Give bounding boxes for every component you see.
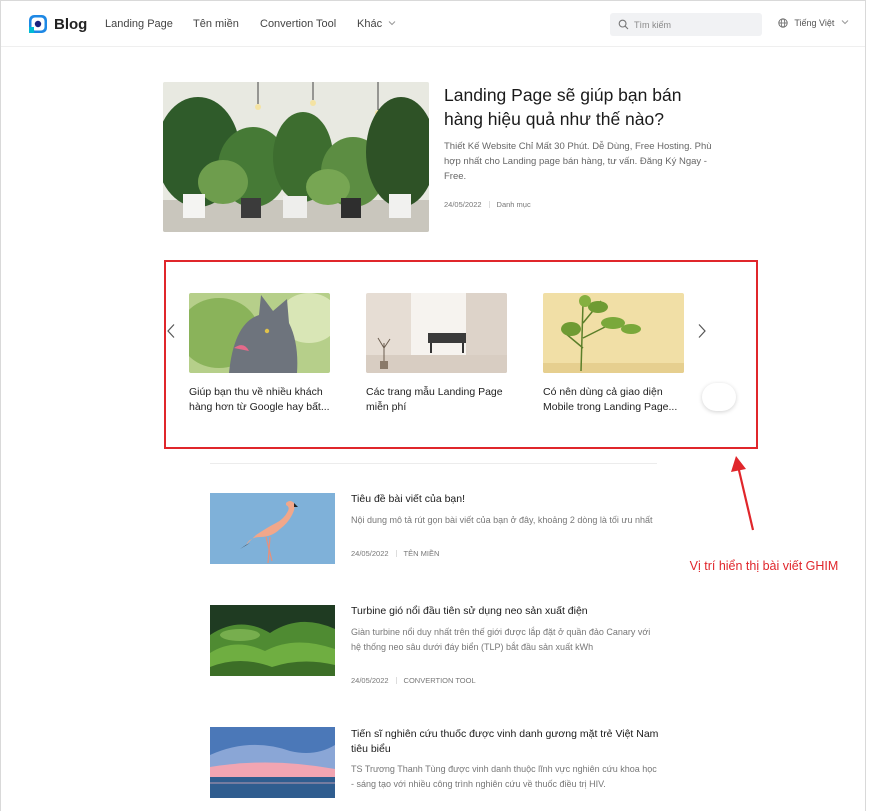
hero-date: 24/05/2022 xyxy=(444,200,482,209)
chat-bubble[interactable] xyxy=(702,383,736,411)
chevron-down-icon xyxy=(388,21,396,26)
post-image-sunset[interactable] xyxy=(210,727,335,798)
pinned-card-title[interactable]: Giúp bạn thu về nhiều khách hàng hơn từ … xyxy=(189,385,331,415)
blog-logo-icon[interactable] xyxy=(28,14,48,34)
logo-text[interactable]: Blog xyxy=(54,16,87,33)
nav-item-khac-label: Khác xyxy=(357,18,383,30)
pinned-card-title[interactable]: Các trang mẫu Landing Page miễn phí xyxy=(366,385,508,415)
plants-illustration xyxy=(163,82,429,232)
hero-description: Thiết Kế Website Chỉ Mất 30 Phút. Dễ Dùn… xyxy=(444,141,712,182)
hero-category[interactable]: Danh mục xyxy=(497,200,531,209)
post-title[interactable]: Tiêu đề bài viết của bạn! xyxy=(351,492,661,507)
page: Blog Landing Page Tên miền Convertion To… xyxy=(0,0,866,811)
pinned-card-image-plant[interactable] xyxy=(543,293,684,373)
search-box[interactable] xyxy=(610,13,762,36)
post-description: TS Trương Thanh Tùng được vinh danh thuộ… xyxy=(351,764,657,789)
red-arrow-icon xyxy=(731,456,755,531)
post-image-hills[interactable] xyxy=(210,605,335,676)
search-icon xyxy=(618,19,629,30)
post-meta: 24/05/2022 CONVERTION TOOL xyxy=(351,676,476,685)
pinned-card-image-interior[interactable] xyxy=(366,293,507,373)
search-input[interactable] xyxy=(634,16,754,33)
post-category[interactable]: CONVERTION TOOL xyxy=(404,676,476,685)
post-description: Giàn turbine nổi duy nhất trên thế giới … xyxy=(351,627,651,652)
language-label: Tiếng Việt xyxy=(794,18,835,28)
section-divider xyxy=(210,463,657,464)
post-date: 24/05/2022 xyxy=(351,676,389,685)
hero-title[interactable]: Landing Page sẽ giúp bạn bán hàng hiệu q… xyxy=(444,83,724,131)
annotation-note: Vị trí hiển thị bài viết GHIM xyxy=(689,559,839,573)
carousel-prev-icon[interactable] xyxy=(166,323,176,339)
carousel-next-icon[interactable] xyxy=(697,323,707,339)
globe-icon xyxy=(778,18,788,28)
top-nav: Blog Landing Page Tên miền Convertion To… xyxy=(1,1,865,47)
nav-item-ten-mien[interactable]: Tên miền xyxy=(193,18,239,30)
post-category[interactable]: TÊN MIỀN xyxy=(404,549,440,558)
pinned-card-title[interactable]: Có nên dùng cả giao diện Mobile trong La… xyxy=(543,385,685,415)
pinned-card-image-cat[interactable] xyxy=(189,293,330,373)
meta-separator xyxy=(395,550,397,557)
nav-item-khac[interactable]: Khác xyxy=(357,18,396,30)
post-title[interactable]: Turbine gió nổi đầu tiên sử dụng neo sản… xyxy=(351,604,661,619)
meta-separator xyxy=(395,677,397,684)
post-description: Nội dung mô tả rút gọn bài viết của bạn … xyxy=(351,515,653,525)
hero-meta: 24/05/2022 Danh mục xyxy=(444,200,531,209)
nav-item-landing-page[interactable]: Landing Page xyxy=(105,18,173,30)
meta-separator xyxy=(488,201,490,208)
hero-image[interactable] xyxy=(163,82,429,232)
post-image-flamingo[interactable] xyxy=(210,493,335,564)
language-selector[interactable]: Tiếng Việt xyxy=(778,18,853,28)
chevron-down-icon xyxy=(841,20,849,25)
post-meta: 24/05/2022 TÊN MIỀN xyxy=(351,549,439,558)
nav-item-convertion-tool[interactable]: Convertion Tool xyxy=(260,18,336,30)
post-title[interactable]: Tiến sĩ nghiên cứu thuốc được vinh danh … xyxy=(351,727,661,757)
post-date: 24/05/2022 xyxy=(351,549,389,558)
